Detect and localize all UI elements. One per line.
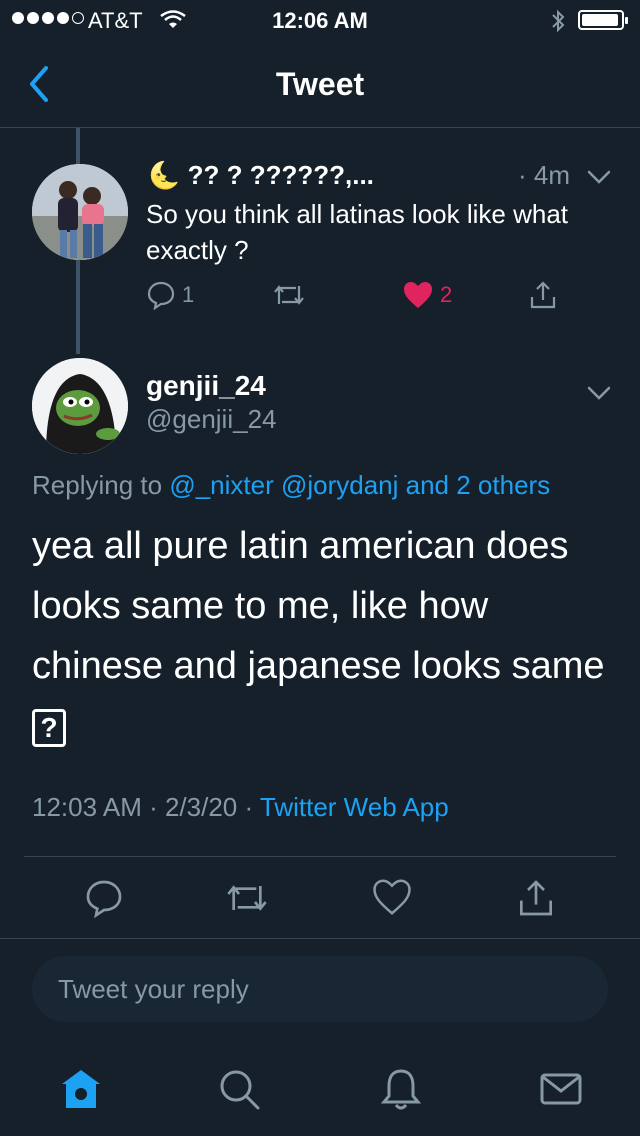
navigation-bar: Tweet xyxy=(0,40,640,128)
replying-prefix: Replying to xyxy=(32,470,170,500)
reply-placeholder: Tweet your reply xyxy=(58,974,249,1004)
main-avatar[interactable] xyxy=(32,358,128,454)
main-actions xyxy=(0,878,640,926)
tweet-meta: 12:03 AM · 2/3/20 · Twitter Web App xyxy=(32,792,449,823)
search-icon[interactable] xyxy=(216,1066,262,1112)
bell-icon[interactable] xyxy=(378,1066,424,1112)
retweet-icon xyxy=(227,885,267,911)
parent-name-text: ?? ? ??????,... xyxy=(187,160,374,190)
parent-actions: 1 2 xyxy=(146,280,576,316)
share-button[interactable] xyxy=(516,878,556,918)
thread-connector xyxy=(76,128,80,164)
page-title: Tweet xyxy=(275,66,365,102)
comment-icon xyxy=(86,880,122,918)
reply-button[interactable] xyxy=(84,878,124,918)
status-time: 12:06 AM xyxy=(272,8,368,33)
tweet-source-app[interactable]: Twitter Web App xyxy=(260,792,449,822)
chevron-down-icon[interactable] xyxy=(586,384,612,402)
heart-filled-icon xyxy=(404,282,432,308)
heart-icon xyxy=(373,879,411,915)
status-bar: AT&T 12:06 AM xyxy=(0,0,640,40)
parent-display-name[interactable]: 🌜 ?? ? ??????,... xyxy=(148,160,374,191)
retweet-button[interactable] xyxy=(224,878,270,918)
parent-time: · 4m xyxy=(518,160,570,190)
comment-icon xyxy=(147,281,175,310)
parent-reply-button[interactable]: 1 xyxy=(146,280,194,310)
tweet-timestamp: 12:03 AM · 2/3/20 · xyxy=(32,792,260,822)
parent-retweet-button[interactable] xyxy=(272,280,306,310)
parent-avatar[interactable] xyxy=(32,164,128,260)
parent-tweet-text: So you think all latinas look like what … xyxy=(146,199,569,265)
mail-icon[interactable] xyxy=(538,1066,584,1112)
home-icon[interactable] xyxy=(58,1066,104,1112)
share-icon xyxy=(530,281,556,309)
battery-icon xyxy=(578,10,628,30)
parent-like-button[interactable]: 2 xyxy=(402,280,452,310)
chevron-down-icon[interactable] xyxy=(586,168,612,186)
parent-reply-count: 1 xyxy=(182,282,195,307)
bluetooth-icon xyxy=(552,9,565,33)
moon-emoji-icon: 🌜 xyxy=(148,160,181,190)
share-icon xyxy=(520,880,552,916)
parent-share-button[interactable] xyxy=(528,280,558,310)
tab-bar xyxy=(0,1040,640,1136)
like-button[interactable] xyxy=(372,878,412,916)
divider xyxy=(24,856,616,857)
main-display-name[interactable]: genjii_24 xyxy=(146,370,266,402)
thread-connector xyxy=(76,258,80,354)
main-tweet-text: yea all pure latin american does looks s… xyxy=(32,516,622,756)
retweet-icon xyxy=(274,285,304,305)
reply-input[interactable]: Tweet your reply xyxy=(32,956,608,1022)
main-handle[interactable]: @genjii_24 xyxy=(146,404,276,435)
parent-like-count: 2 xyxy=(440,282,453,307)
divider xyxy=(0,938,640,939)
main-tweet-body: yea all pure latin american does looks s… xyxy=(32,525,605,687)
missing-emoji-icon: ? xyxy=(32,708,66,747)
replying-links[interactable]: @_nixter @jorydanj and 2 others xyxy=(169,470,550,500)
replying-to: Replying to @_nixter @jorydanj and 2 oth… xyxy=(32,470,550,501)
